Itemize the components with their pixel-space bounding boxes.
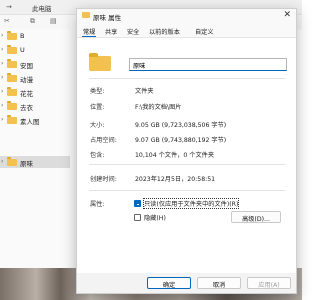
size-value: 9.05 GB (9,723,038,506 字节): [135, 122, 227, 129]
folder-icon: [7, 101, 17, 110]
hidden-label[interactable]: 隐藏(H): [144, 213, 166, 222]
tree-item-label: 原味: [20, 160, 33, 168]
contains-label: 包含:: [90, 152, 105, 159]
readonly-label[interactable]: 只读(仅应用于文件夹中的文件)(R): [142, 198, 240, 209]
tree-item-b[interactable]: › B: [0, 30, 70, 42]
folder-name-value[interactable]: 原味: [133, 61, 145, 70]
type-value: 文件夹: [135, 88, 154, 95]
folder-icon: [7, 59, 17, 68]
general-tab-panel: 原味 类型: 文件夹 位置: F:\我的文档\图片 大小: 9.05 GB (9…: [77, 37, 296, 274]
folder-icon: [7, 157, 17, 166]
close-icon[interactable]: ✕: [283, 10, 291, 20]
apply-button-label: 应用(A): [258, 282, 280, 289]
chevron-right-icon[interactable]: ›: [1, 74, 3, 81]
tree-item-label: 花花: [20, 90, 33, 98]
breadcrumb-this-pc[interactable]: 此电脑: [32, 3, 52, 13]
dialog-titlebar[interactable]: 原味 属性 ✕: [77, 9, 296, 23]
cancel-button[interactable]: 取消: [197, 277, 241, 289]
tree-item-yuanwei[interactable]: › 原味: [0, 156, 70, 168]
folder-icon: [7, 45, 17, 54]
apply-button[interactable]: 应用(A): [247, 277, 291, 289]
properties-dialog: 原味 属性 ✕ 常规 共享 安全 以前的版本 自定义 原味 类型: 文件夹 位置…: [76, 8, 297, 294]
forward-arrow-icon[interactable]: →: [6, 3, 12, 11]
readonly-checkbox[interactable]: [134, 200, 141, 207]
tab-customize[interactable]: 自定义: [195, 27, 214, 36]
tree-item-huahua[interactable]: › 花花: [0, 86, 70, 98]
explorer-toolbar: ✂ ⧉ ▤: [0, 15, 70, 29]
location-value: F:\我的文档\图片: [135, 104, 182, 111]
created-value: 2023年12月5日，20:58:51: [135, 176, 216, 183]
tree-item-label: 素人图: [20, 118, 40, 126]
chevron-right-icon[interactable]: ›: [1, 102, 3, 109]
attributes-label: 属性:: [90, 201, 105, 208]
cut-icon[interactable]: ✂: [4, 17, 10, 25]
tree-item-anime[interactable]: › 动漫: [0, 72, 70, 84]
tree-item-label: U: [20, 46, 25, 54]
tree-item-label: B: [20, 32, 25, 40]
paste-icon[interactable]: ▤: [50, 17, 57, 25]
chevron-right-icon[interactable]: ›: [1, 46, 3, 53]
size-on-disk-value: 9.07 GB (9,743,880,192 字节): [135, 137, 227, 144]
tree-item-label: 动漫: [20, 76, 33, 84]
chevron-right-icon[interactable]: ›: [1, 116, 3, 123]
chevron-right-icon[interactable]: ›: [1, 60, 3, 67]
hidden-checkbox[interactable]: [134, 214, 141, 221]
type-label: 类型:: [90, 88, 105, 95]
folder-name-input[interactable]: 原味: [129, 58, 287, 71]
tab-security[interactable]: 安全: [127, 27, 139, 36]
dialog-footer: 确定 取消 应用(A): [77, 273, 296, 293]
location-label: 位置:: [90, 104, 105, 111]
advanced-button[interactable]: 高级(D)...: [231, 211, 281, 223]
ok-button-label: 确定: [162, 282, 176, 289]
contains-value: 10,104 个文件，0 个文件夹: [135, 152, 215, 159]
advanced-button-label: 高级(D)...: [242, 216, 270, 223]
folder-icon: [89, 53, 111, 71]
divider: [89, 190, 285, 191]
dialog-title: 原味 属性: [93, 14, 122, 22]
copy-icon[interactable]: ⧉: [30, 17, 35, 26]
chevron-right-icon[interactable]: ›: [1, 158, 3, 165]
folder-icon: [7, 115, 17, 124]
divider: [89, 164, 285, 165]
tab-general[interactable]: 常规: [83, 27, 95, 36]
chevron-right-icon[interactable]: ›: [1, 32, 3, 39]
created-label: 创建时间:: [90, 176, 117, 183]
tree-item-anguo[interactable]: › 安国: [0, 58, 70, 70]
tree-item-suren[interactable]: › 素人图: [0, 114, 70, 126]
size-label: 大小:: [90, 122, 105, 129]
divider: [89, 78, 285, 79]
tree-item-label: 去衣: [20, 104, 33, 112]
ok-button[interactable]: 确定: [147, 277, 191, 289]
size-on-disk-label: 占用空间:: [90, 137, 117, 144]
tree-item-quyi[interactable]: › 去衣: [0, 100, 70, 112]
folder-icon: [82, 12, 90, 18]
tab-strip: 常规 共享 安全 以前的版本 自定义: [77, 25, 296, 37]
cancel-button-label: 取消: [212, 282, 226, 289]
tab-sharing[interactable]: 共享: [105, 27, 117, 36]
chevron-right-icon[interactable]: ›: [1, 88, 3, 95]
folder-icon: [7, 31, 17, 40]
tab-previous-versions[interactable]: 以前的版本: [149, 27, 180, 36]
tree-item-u[interactable]: › U: [0, 44, 70, 56]
tree-item-label: 安国: [20, 62, 33, 70]
folder-icon: [7, 87, 17, 96]
folder-icon: [7, 73, 17, 82]
